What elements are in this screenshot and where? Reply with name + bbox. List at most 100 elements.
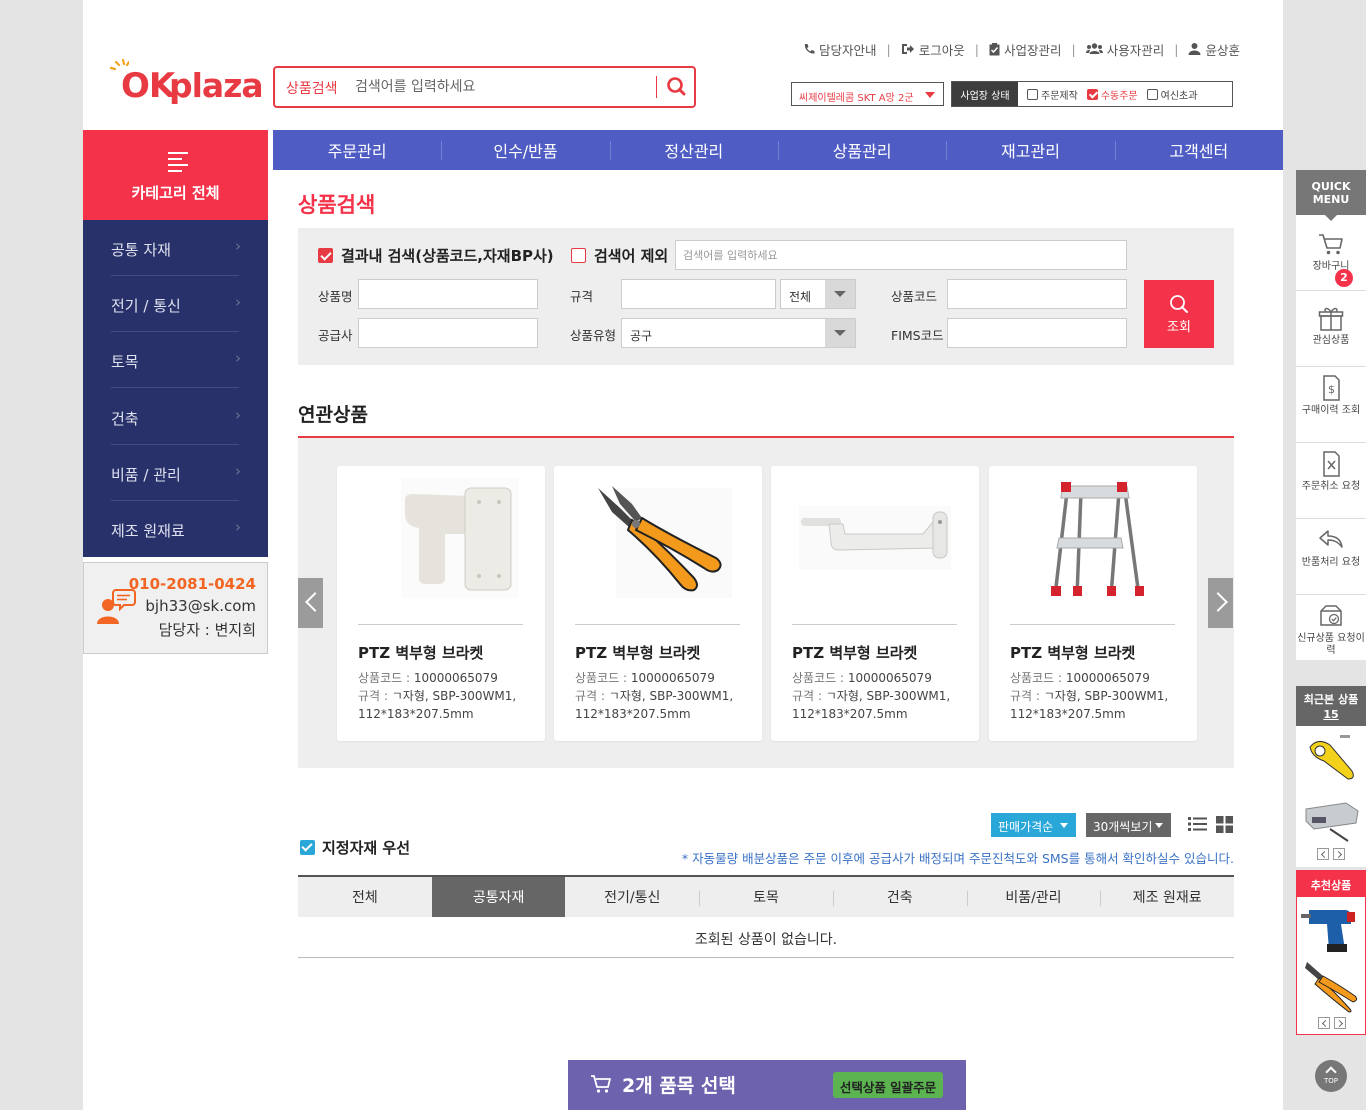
crimping-plier-thumbnail[interactable] <box>1301 958 1361 1013</box>
tab-common-material[interactable]: 공통자재 <box>431 877 566 917</box>
category-item[interactable]: 제조 원재료 <box>111 501 241 557</box>
product-name-label: 상품명 <box>318 289 353 304</box>
recommend-prev-button[interactable] <box>1318 1017 1330 1029</box>
quick-wishlist[interactable]: 관심상품 <box>1296 291 1366 367</box>
okplaza-logo[interactable]: OK plaza <box>109 58 264 106</box>
recent-next-button[interactable] <box>1333 848 1345 860</box>
exclude-keyword-option[interactable]: 검색어 제외 <box>571 245 668 266</box>
spec-select[interactable]: 전체 <box>780 279 856 309</box>
nav-settlement[interactable]: 정산관리 <box>609 130 778 170</box>
recent-prev-button[interactable] <box>1317 848 1329 860</box>
quick-cart[interactable]: 2 장바구니 <box>1296 215 1366 291</box>
grid-view-icon[interactable] <box>1216 816 1233 833</box>
state-option-credit-over[interactable]: 여신초과 <box>1146 87 1198 102</box>
link-logout[interactable]: 로그아웃 <box>901 40 965 59</box>
product-type-label: 상품유형 <box>570 328 617 343</box>
tab-raw-material[interactable]: 제조 원재료 <box>1100 877 1234 917</box>
state-option-manual-order[interactable]: 수동주문 <box>1086 87 1138 102</box>
box-check-icon <box>1320 605 1342 626</box>
preferred-material-option[interactable]: 지정자재 우선 <box>300 837 410 858</box>
cable-stripper-thumbnail[interactable] <box>1300 729 1360 784</box>
quick-return-request[interactable]: 반품처리 요청 <box>1296 519 1366 595</box>
tab-architecture[interactable]: 건축 <box>832 877 967 917</box>
link-user-management[interactable]: 사용자관리 <box>1085 40 1165 59</box>
product-code-input[interactable] <box>947 279 1127 309</box>
link-label: 사용자관리 <box>1106 42 1165 58</box>
category-item[interactable]: 비품 / 관리 <box>111 445 241 501</box>
product-card[interactable]: PTZ 벽부형 브라켓 상품코드 : 10000065079 규격 : ㄱ자형,… <box>989 466 1197 741</box>
link-user-profile[interactable]: 윤상훈 <box>1188 40 1240 59</box>
logout-icon <box>901 44 914 54</box>
power-drill-thumbnail[interactable] <box>1301 900 1361 955</box>
product-name-input[interactable] <box>358 279 538 309</box>
tab-civil[interactable]: 토목 <box>699 877 833 917</box>
chevron-down-icon <box>825 319 855 347</box>
checkbox[interactable] <box>571 248 586 263</box>
manager-email: bjh33@sk.com <box>145 597 256 615</box>
nav-receive-return[interactable]: 인수/반품 <box>441 130 609 170</box>
carousel-next-button[interactable] <box>1208 578 1233 628</box>
cutter-tool-thumbnail[interactable] <box>1300 789 1360 844</box>
quick-item-label: 주문취소 요청 <box>1301 481 1361 492</box>
category-tabs: 전체 공통자재 전기/통신 토목 건축 비품/관리 제조 원재료 <box>298 875 1234 917</box>
related-products-title: 연관상품 <box>298 404 368 426</box>
category-item[interactable]: 토목 <box>111 332 241 388</box>
option-label: 여신초과 <box>1160 90 1198 102</box>
search-submit-label: 조회 <box>1167 320 1191 335</box>
supplier-input[interactable] <box>358 318 538 348</box>
checkbox-checked[interactable] <box>300 840 315 855</box>
fims-code-label: FIMS코드 <box>891 328 944 343</box>
in-result-search-option[interactable]: 결과내 검색(상품코드,자재BP사) <box>318 245 554 266</box>
nav-product[interactable]: 상품관리 <box>777 130 946 170</box>
wall-bracket-image <box>401 478 519 598</box>
card-divider <box>575 624 740 625</box>
quick-new-product-request[interactable]: 신규상품 요청이력 <box>1296 595 1366 671</box>
checkbox[interactable] <box>1027 88 1038 100</box>
page-size-select[interactable]: 30개씩보기 <box>1086 813 1171 837</box>
search-submit-button[interactable]: 조회 <box>1144 280 1214 348</box>
search-input[interactable] <box>355 75 645 99</box>
quick-purchase-history[interactable]: $ 구매이력 조회 <box>1296 367 1366 443</box>
product-type-value: 공구 <box>630 329 653 343</box>
nav-customer-center[interactable]: 고객센터 <box>1114 130 1283 170</box>
tab-supplies[interactable]: 비품/관리 <box>966 877 1101 917</box>
option-label: 주문제작 <box>1041 90 1078 102</box>
search-button[interactable] <box>663 74 691 100</box>
bulk-order-button[interactable]: 선택상품 일괄주문 <box>833 1072 943 1098</box>
page: OK plaza 상품검색 담당자안내 | 로그아웃 | 사업장관리 | <box>83 0 1283 1110</box>
supplier-label: 공급사 <box>318 328 353 343</box>
scroll-top-button[interactable]: TOP <box>1315 1060 1347 1092</box>
business-site-select[interactable]: 씨제이텔레콤 SKT A망 2군 <box>791 82 944 106</box>
nav-order[interactable]: 주문관리 <box>273 130 441 170</box>
tab-all[interactable]: 전체 <box>298 877 432 917</box>
recommend-header: 추천상품 <box>1297 871 1365 897</box>
quick-order-cancel[interactable]: 주문취소 요청 <box>1296 443 1366 519</box>
product-card[interactable]: PTZ 벽부형 브라켓 상품코드 : 10000065079 규격 : ㄱ자형,… <box>337 466 545 741</box>
category-item[interactable]: 공통 자재 <box>111 220 241 276</box>
spec-input[interactable] <box>621 279 776 309</box>
category-all-button[interactable]: 카테고리 전체 <box>83 130 268 220</box>
carousel-prev-button[interactable] <box>298 578 323 628</box>
nav-inventory[interactable]: 재고관리 <box>946 130 1114 170</box>
tab-electric-telecom[interactable]: 전기/통신 <box>565 877 699 917</box>
state-option-custom-order[interactable]: 주문제작 <box>1027 87 1078 102</box>
quick-item-label: 장바구니 <box>1312 261 1350 272</box>
page-title: 상품검색 <box>298 193 376 217</box>
exclude-keyword-input[interactable] <box>675 240 1127 270</box>
link-manager-info[interactable]: 담당자안내 <box>803 40 877 59</box>
recommend-next-button[interactable] <box>1334 1017 1346 1029</box>
quick-item-label: 신규상품 요청이력 <box>1297 633 1365 656</box>
link-site-management[interactable]: 사업장관리 <box>989 40 1061 59</box>
checkbox-checked[interactable] <box>1086 88 1098 100</box>
category-item[interactable]: 건축 <box>111 389 241 445</box>
sort-select[interactable]: 판매가격순 <box>991 813 1076 837</box>
product-card[interactable]: PTZ 벽부형 브라켓 상품코드 : 10000065079 규격 : ㄱ자형,… <box>771 466 979 741</box>
checkbox[interactable] <box>1146 88 1158 100</box>
list-view-icon[interactable] <box>1188 816 1207 832</box>
category-item[interactable]: 전기 / 통신 <box>111 276 241 332</box>
selected-items-bar[interactable]: 2개 품목 선택 선택상품 일괄주문 <box>568 1060 966 1110</box>
product-type-select[interactable]: 공구 <box>621 318 856 348</box>
fims-code-input[interactable] <box>947 318 1127 348</box>
product-card[interactable]: PTZ 벽부형 브라켓 상품코드 : 10000065079 규격 : ㄱ자형,… <box>554 466 762 741</box>
checkbox-checked[interactable] <box>318 248 333 263</box>
